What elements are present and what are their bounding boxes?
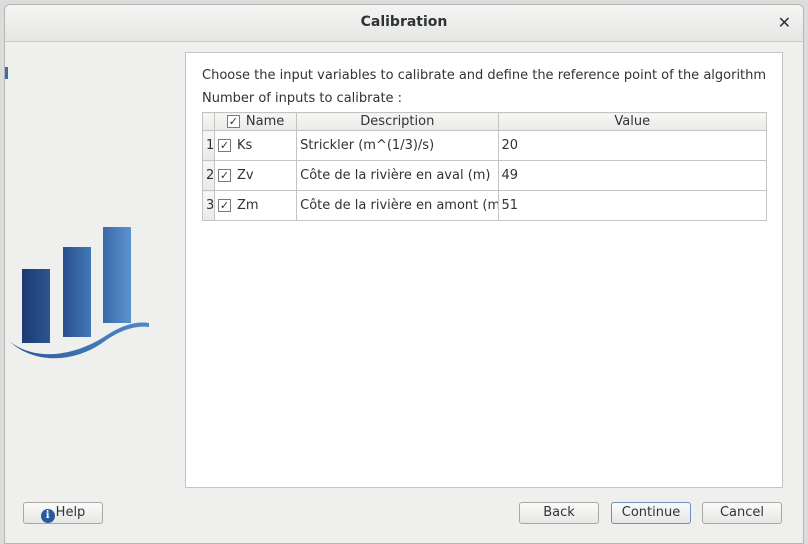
table-row[interactable]: 1 ✓ Ks Strickler (m^(1/3)/s) 20 [201,130,767,161]
name-header-label: Name [245,114,285,129]
info-icon: i [40,509,55,523]
value-cell[interactable]: 51 [497,190,767,221]
table-row[interactable]: 3 ✓ Zm Côte de la rivière en amont (m) 51 [201,190,767,221]
corner-cell [201,112,216,131]
row-number: 2 [201,160,216,191]
continue-button[interactable]: Continue [611,502,691,524]
description-column-header[interactable]: Description [296,112,499,131]
dialog-title: Calibration [360,14,448,30]
value-cell[interactable]: 20 [497,130,767,161]
name-column-header[interactable]: ✓ Name [214,112,298,131]
back-button[interactable]: Back [519,502,599,524]
name-cell[interactable]: ✓ Zm [214,190,298,221]
variables-table: ✓ Name Description Value 1 ✓ Ks Strickler … [201,112,767,221]
title-bar: Calibration ✕ [5,5,803,42]
variable-name: Zm [237,198,259,213]
instruction-text: Choose the input variables to calibrate … [202,68,767,83]
variable-name: Zv [237,168,254,183]
help-button[interactable]: i Help [23,502,103,524]
row-number: 3 [201,190,216,221]
app-logo [9,227,149,359]
help-button-label: Help [55,505,86,520]
value-column-header[interactable]: Value [497,112,767,131]
row-checkbox[interactable]: ✓ [218,169,232,182]
variable-name: Ks [237,138,253,153]
name-cell[interactable]: ✓ Ks [214,130,298,161]
left-edge-accent [5,67,8,79]
logo-bar-1 [22,269,50,343]
value-cell[interactable]: 49 [497,160,767,191]
row-checkbox[interactable]: ✓ [218,199,232,212]
logo-bar-3 [103,227,131,323]
table-row[interactable]: 2 ✓ Zv Côte de la rivière en aval (m) 49 [201,160,767,191]
description-cell: Strickler (m^(1/3)/s) [296,130,499,161]
table-header-row: ✓ Name Description Value [201,112,767,131]
logo-bar-2 [63,247,91,337]
description-cell: Côte de la rivière en amont (m) [296,190,499,221]
name-cell[interactable]: ✓ Zv [214,160,298,191]
cancel-button[interactable]: Cancel [702,502,782,524]
select-all-checkbox[interactable]: ✓ [226,115,240,128]
inputs-count-label: Number of inputs to calibrate : [202,91,403,106]
row-number: 1 [201,130,216,161]
close-icon[interactable]: ✕ [778,13,791,32]
description-cell: Côte de la rivière en aval (m) [296,160,499,191]
calibration-panel: Choose the input variables to calibrate … [185,52,783,488]
calibration-dialog: Calibration ✕ Choose the input variables… [4,4,804,544]
row-checkbox[interactable]: ✓ [218,139,232,152]
